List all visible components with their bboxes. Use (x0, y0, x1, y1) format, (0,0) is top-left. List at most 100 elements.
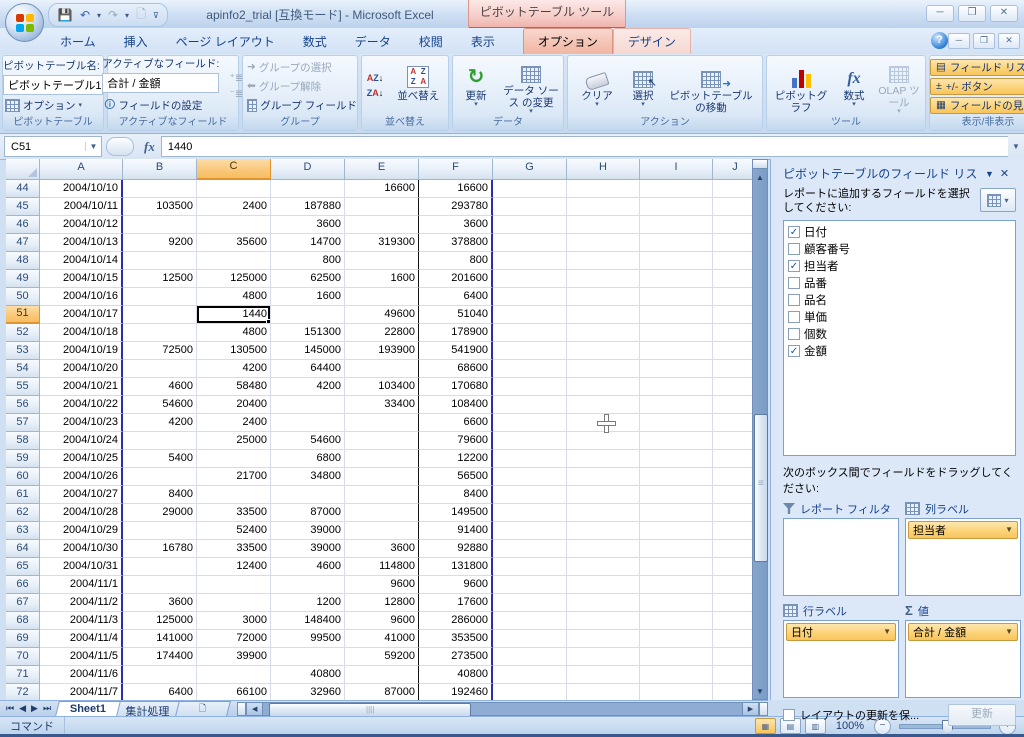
grid-cell-J52[interactable] (713, 324, 752, 342)
grid-cell-D62[interactable]: 87000 (271, 504, 345, 522)
row-labels-zone[interactable]: 日付▼ (783, 620, 899, 698)
close-button[interactable]: ✕ (990, 5, 1018, 22)
pill-dropdown-icon[interactable]: ▼ (883, 627, 891, 636)
grid-cell-D50[interactable]: 1600 (271, 288, 345, 306)
grid-cell-G67[interactable] (493, 594, 567, 612)
field-item-顧客番号[interactable]: 顧客番号 (788, 241, 1011, 258)
grid-cell-J67[interactable] (713, 594, 752, 612)
grid-cell-C60[interactable]: 21700 (197, 468, 271, 486)
grid-cell-B66[interactable] (123, 576, 197, 594)
row-header-47[interactable]: 47 (6, 234, 40, 252)
help-icon[interactable]: ? (931, 32, 948, 49)
field-checkbox[interactable] (788, 243, 800, 255)
grid-cell-E63[interactable] (345, 522, 419, 540)
grid-cell-C71[interactable] (197, 666, 271, 684)
grid-cell-E49[interactable]: 1600 (345, 270, 419, 288)
grid-cell-B55[interactable]: 4600 (123, 378, 197, 396)
grid-cell-A61[interactable]: 2004/10/27 (40, 486, 123, 504)
prev-sheet-icon[interactable]: ◀ (19, 703, 26, 714)
grid-cell-F48[interactable]: 800 (419, 252, 493, 270)
grid-cell-C61[interactable] (197, 486, 271, 504)
undo-dropdown-icon[interactable]: ▾ (97, 11, 101, 20)
zone-field-pill[interactable]: 担当者▼ (908, 521, 1018, 539)
grid-cell-A65[interactable]: 2004/10/31 (40, 558, 123, 576)
grid-cell-D46[interactable]: 3600 (271, 216, 345, 234)
grid-cell-I66[interactable] (640, 576, 713, 594)
pill-dropdown-icon[interactable]: ▼ (1005, 525, 1013, 534)
grid-cell-J56[interactable] (713, 396, 752, 414)
grid-cell-G59[interactable] (493, 450, 567, 468)
grid-cell-B46[interactable] (123, 216, 197, 234)
toggle-plus-minus[interactable]: ±+/- ボタン (930, 78, 1024, 95)
grid-cell-H68[interactable] (567, 612, 640, 630)
zone-field-pill[interactable]: 日付▼ (786, 623, 896, 641)
grid-cell-A69[interactable]: 2004/11/4 (40, 630, 123, 648)
grid-cell-E62[interactable] (345, 504, 419, 522)
grid-cell-D52[interactable]: 151300 (271, 324, 345, 342)
grid-cell-A48[interactable]: 2004/10/14 (40, 252, 123, 270)
row-header-65[interactable]: 65 (6, 558, 40, 576)
grid-cell-I58[interactable] (640, 432, 713, 450)
sort-button[interactable]: AZZA 並べ替え (389, 58, 447, 114)
grid-cell-G57[interactable] (493, 414, 567, 432)
grid-cell-J49[interactable] (713, 270, 752, 288)
row-header-54[interactable]: 54 (6, 360, 40, 378)
grid-cell-I44[interactable] (640, 180, 713, 198)
grid-cell-A46[interactable]: 2004/10/12 (40, 216, 123, 234)
grid-cell-F72[interactable]: 192460 (419, 684, 493, 700)
vertical-scroll-thumb[interactable] (754, 414, 768, 562)
grid-cell-J72[interactable] (713, 684, 752, 700)
grid-cell-E68[interactable]: 9600 (345, 612, 419, 630)
grid-cell-F69[interactable]: 353500 (419, 630, 493, 648)
grid-cell-H45[interactable] (567, 198, 640, 216)
grid-cell-E48[interactable] (345, 252, 419, 270)
grid-cell-C70[interactable]: 39900 (197, 648, 271, 666)
grid-cell-I65[interactable] (640, 558, 713, 576)
grid-cell-A51[interactable]: 2004/10/17 (40, 306, 123, 324)
grid-cell-B50[interactable] (123, 288, 197, 306)
grid-cell-J50[interactable] (713, 288, 752, 306)
grid-cell-F58[interactable]: 79600 (419, 432, 493, 450)
qat-customize-icon[interactable]: ⊽ (153, 11, 159, 20)
last-sheet-icon[interactable]: ⏭ (43, 703, 51, 714)
grid-cell-J54[interactable] (713, 360, 752, 378)
grid-cell-A68[interactable]: 2004/11/3 (40, 612, 123, 630)
grid-cell-F63[interactable]: 91400 (419, 522, 493, 540)
grid-cell-I60[interactable] (640, 468, 713, 486)
row-header-50[interactable]: 50 (6, 288, 40, 306)
grid-cell-D65[interactable]: 4600 (271, 558, 345, 576)
row-header-62[interactable]: 62 (6, 504, 40, 522)
grid-cell-H62[interactable] (567, 504, 640, 522)
active-field-value[interactable]: 合計 / 金額 (102, 73, 219, 93)
grid-cell-C69[interactable]: 72000 (197, 630, 271, 648)
grid-cell-E71[interactable] (345, 666, 419, 684)
grid-cell-E54[interactable] (345, 360, 419, 378)
grid-cell-I62[interactable] (640, 504, 713, 522)
grid-cell-H55[interactable] (567, 378, 640, 396)
grid-cell-I45[interactable] (640, 198, 713, 216)
grid-cell-G47[interactable] (493, 234, 567, 252)
row-header-66[interactable]: 66 (6, 576, 40, 594)
grid-cell-F64[interactable]: 92880 (419, 540, 493, 558)
grid-cell-B70[interactable]: 174400 (123, 648, 197, 666)
pivot-options-button[interactable]: オプション ▾ (3, 97, 103, 114)
grid-cell-J70[interactable] (713, 648, 752, 666)
grid-cell-E44[interactable]: 16600 (345, 180, 419, 198)
grid-cell-J47[interactable] (713, 234, 752, 252)
grid-cell-J64[interactable] (713, 540, 752, 558)
row-header-55[interactable]: 55 (6, 378, 40, 396)
grid-cell-F60[interactable]: 56500 (419, 468, 493, 486)
grid-cell-D70[interactable] (271, 648, 345, 666)
grid-cell-I63[interactable] (640, 522, 713, 540)
grid-cell-H64[interactable] (567, 540, 640, 558)
grid-cell-C55[interactable]: 58480 (197, 378, 271, 396)
grid-cell-C59[interactable] (197, 450, 271, 468)
grid-cell-I50[interactable] (640, 288, 713, 306)
grid-cell-D64[interactable]: 39000 (271, 540, 345, 558)
grid-cell-J58[interactable] (713, 432, 752, 450)
grid-cell-C54[interactable]: 4200 (197, 360, 271, 378)
ribbon-tab-ページ レイアウト[interactable]: ページ レイアウト (162, 29, 289, 54)
grid-cell-F49[interactable]: 201600 (419, 270, 493, 288)
column-header-B[interactable]: B (123, 159, 197, 180)
grid-cell-F61[interactable]: 8400 (419, 486, 493, 504)
